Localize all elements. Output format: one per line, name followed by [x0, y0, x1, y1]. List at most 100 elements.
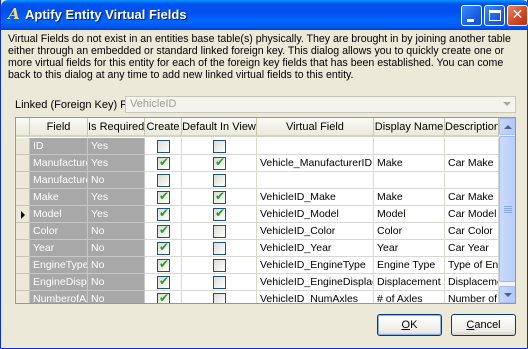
- row-selector[interactable]: [16, 223, 30, 240]
- column-header-display-name[interactable]: Display Name: [374, 118, 445, 137]
- table-row[interactable]: EngineType No ✔ VehicleID_EngineType Engine …: [16, 257, 499, 274]
- default-in-view-checkbox[interactable]: ✔: [213, 156, 226, 170]
- cell-virtual-field[interactable]: VehicleID_Year: [257, 240, 374, 257]
- default-in-view-cell: [182, 257, 257, 274]
- cell-description[interactable]: [445, 138, 499, 155]
- cell-virtual-field[interactable]: VehicleID_Model: [257, 206, 374, 223]
- checkmark-icon: ✔: [159, 257, 170, 271]
- cell-virtual-field[interactable]: VehicleID_Color: [257, 223, 374, 240]
- table-row[interactable]: Manufacture No: [16, 172, 499, 189]
- table-row[interactable]: Make Yes ✔ ✔ VehicleID_Make Make Car Make: [16, 189, 499, 206]
- cell-description[interactable]: Displaceme: [445, 274, 499, 291]
- arrow-down-icon: [504, 293, 512, 297]
- create-checkbox[interactable]: ✔: [157, 292, 170, 303]
- default-in-view-checkbox[interactable]: ✔: [213, 189, 226, 204]
- cell-description[interactable]: Type of En: [445, 257, 499, 274]
- row-selector[interactable]: [16, 291, 30, 303]
- linked-key-dropdown[interactable]: VehicleID: [125, 96, 516, 113]
- create-checkbox[interactable]: ✔: [157, 257, 170, 272]
- cell-display-name[interactable]: Displacement: [374, 274, 445, 291]
- cell-display-name[interactable]: [374, 172, 445, 189]
- create-checkbox[interactable]: [157, 174, 170, 187]
- default-in-view-checkbox[interactable]: ✔: [213, 207, 226, 221]
- scroll-up-button[interactable]: [499, 118, 515, 135]
- cell-display-name[interactable]: [374, 138, 445, 155]
- table-row[interactable]: EngineDispl No ✔ VehicleID_EngineDisplace Di…: [16, 274, 499, 291]
- create-checkbox[interactable]: ✔: [157, 207, 170, 221]
- row-selector[interactable]: [16, 206, 30, 223]
- create-cell: [145, 172, 182, 189]
- create-checkbox[interactable]: ✔: [157, 275, 170, 289]
- default-in-view-checkbox[interactable]: [213, 174, 226, 187]
- cell-is-required: No: [88, 257, 145, 274]
- cancel-button[interactable]: Cancel: [451, 314, 516, 336]
- create-checkbox[interactable]: [157, 140, 170, 153]
- default-in-view-checkbox[interactable]: [213, 225, 226, 238]
- scroll-thumb[interactable]: [499, 136, 515, 282]
- cell-display-name[interactable]: Color: [374, 223, 445, 240]
- table-row[interactable]: NumberofAx No ✔ VehicleID_NumAxles # of Axle…: [16, 291, 499, 303]
- default-in-view-cell: [182, 223, 257, 240]
- cell-virtual-field[interactable]: VehicleID_EngineDisplace: [257, 274, 374, 291]
- table-row[interactable]: Year No ✔ VehicleID_Year Year Car Year: [16, 240, 499, 257]
- cell-description[interactable]: Car Color: [445, 223, 499, 240]
- create-checkbox[interactable]: ✔: [157, 190, 170, 204]
- cell-display-name[interactable]: Year: [374, 240, 445, 257]
- column-header-field[interactable]: Field: [30, 118, 88, 137]
- row-selector[interactable]: [16, 189, 30, 206]
- maximize-button[interactable]: [484, 5, 505, 26]
- row-selector[interactable]: [16, 257, 30, 274]
- default-in-view-cell: [182, 138, 257, 155]
- cell-virtual-field[interactable]: [257, 138, 374, 155]
- cell-description[interactable]: Number of: [445, 291, 499, 303]
- cell-description[interactable]: Car Make: [445, 155, 499, 172]
- scroll-down-button[interactable]: [499, 286, 515, 303]
- table-row[interactable]: Color No ✔ VehicleID_Color Color Car Color: [16, 223, 499, 240]
- default-in-view-checkbox[interactable]: [213, 242, 226, 255]
- cell-display-name[interactable]: Make: [374, 189, 445, 206]
- cell-display-name[interactable]: Model: [374, 206, 445, 223]
- column-header-default-in-view[interactable]: Default In View: [182, 118, 257, 137]
- close-button[interactable]: ✕: [507, 5, 528, 26]
- default-in-view-checkbox[interactable]: [213, 140, 226, 153]
- cell-description[interactable]: Car Model: [445, 206, 499, 223]
- create-cell: ✔: [145, 206, 182, 223]
- create-checkbox[interactable]: ✔: [157, 156, 170, 170]
- row-selector[interactable]: [16, 155, 30, 172]
- cell-virtual-field[interactable]: VehicleID_EngineType: [257, 257, 374, 274]
- table-row[interactable]: ID Yes: [16, 138, 499, 155]
- cell-description[interactable]: Car Year: [445, 240, 499, 257]
- cell-display-name[interactable]: Engine Type: [374, 257, 445, 274]
- create-checkbox[interactable]: ✔: [157, 241, 170, 255]
- cell-virtual-field[interactable]: VehicleID_Make: [257, 189, 374, 206]
- vertical-scrollbar[interactable]: [499, 118, 515, 303]
- row-selector[interactable]: [16, 172, 30, 189]
- checkmark-icon: ✔: [215, 189, 226, 203]
- cell-display-name[interactable]: Make: [374, 155, 445, 172]
- row-selector[interactable]: [16, 240, 30, 257]
- column-header-virtual-field[interactable]: Virtual Field: [257, 118, 374, 137]
- table-row[interactable]: Model Yes ✔ ✔ VehicleID_Model Model Car Model: [16, 206, 499, 223]
- cell-description[interactable]: [445, 172, 499, 189]
- cell-virtual-field[interactable]: VehicleID_NumAxles: [257, 291, 374, 303]
- table-row[interactable]: Manufacture Yes ✔ ✔ Vehicle_ManufacturerID Ma…: [16, 155, 499, 172]
- arrow-up-icon: [504, 125, 512, 129]
- column-header-description[interactable]: Description: [445, 118, 499, 137]
- cell-display-name[interactable]: # of Axles: [374, 291, 445, 303]
- description-text: Virtual Fields do not exist in an entiti…: [8, 33, 511, 81]
- row-selector[interactable]: [16, 274, 30, 291]
- default-in-view-checkbox[interactable]: [213, 259, 226, 272]
- column-header-is-required[interactable]: Is Required: [88, 118, 145, 137]
- cell-description[interactable]: Car Make: [445, 189, 499, 206]
- minimize-button[interactable]: [461, 5, 482, 26]
- title-bar[interactable]: A Aptify Entity Virtual Fields ✕: [1, 0, 528, 30]
- create-cell: ✔: [145, 155, 182, 172]
- row-selector[interactable]: [16, 138, 30, 155]
- cell-virtual-field[interactable]: [257, 172, 374, 189]
- ok-button[interactable]: OK: [377, 314, 442, 336]
- default-in-view-checkbox[interactable]: [213, 276, 226, 289]
- column-header-create[interactable]: Create: [145, 118, 182, 137]
- create-checkbox[interactable]: ✔: [157, 224, 170, 238]
- cell-virtual-field[interactable]: Vehicle_ManufacturerID: [257, 155, 374, 172]
- default-in-view-checkbox[interactable]: [213, 293, 226, 303]
